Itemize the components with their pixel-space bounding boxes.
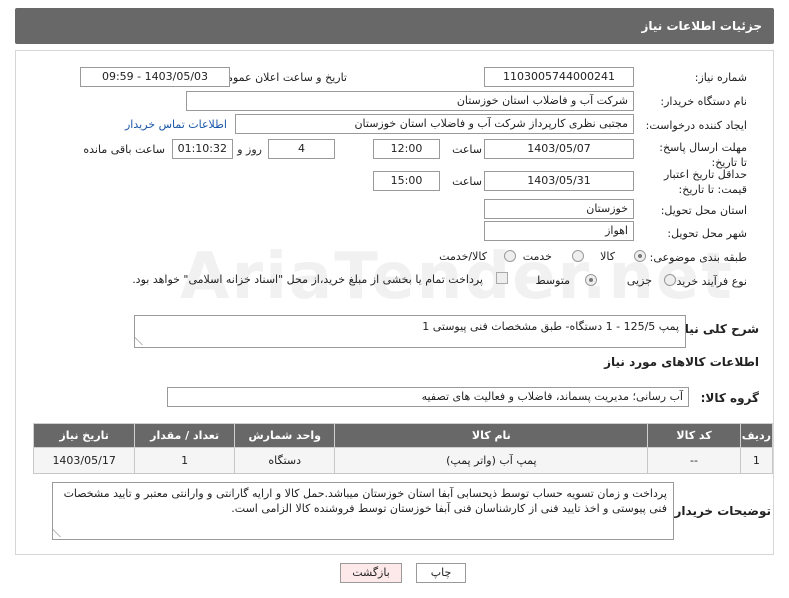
cell-row: 1: [739, 447, 774, 474]
requester-field: مجتبی نظری کارپرداز شرکت آب و فاضلاب است…: [235, 114, 634, 134]
price-validity-time-field: 15:00: [373, 171, 440, 191]
category-goods-service-radio[interactable]: [504, 250, 516, 262]
category-label: طبقه بندی موضوعی:: [649, 251, 747, 264]
print-button[interactable]: چاپ: [416, 563, 466, 583]
cell-qty: 1: [134, 447, 236, 474]
back-button[interactable]: بازگشت: [340, 563, 402, 583]
need-number-field: 1103005744000241: [484, 67, 634, 87]
page-title: جزئیات اطلاعات نیاز: [641, 19, 762, 33]
announce-date-label: تاریخ و ساعت اعلان عمومی:: [214, 71, 347, 84]
cell-name: پمپ آب (واتر پمپ): [334, 447, 649, 474]
deadline-time-field: 12:00: [373, 139, 440, 159]
col-unit-header: واحد شمارش: [234, 423, 336, 448]
category-goods-label: کالا: [600, 250, 615, 263]
col-name-header: نام کالا: [334, 423, 649, 448]
col-row-header: ردیف: [739, 423, 774, 448]
category-service-radio[interactable]: [572, 250, 584, 262]
col-code-header: کد کالا: [647, 423, 741, 448]
announce-date-field: 1403/05/03 - 09:59: [80, 67, 230, 87]
province-field: خوزستان: [484, 199, 634, 219]
deadline-days-label: روز و: [237, 143, 262, 156]
table-header-row: ردیف کد کالا نام کالا واحد شمارش تعداد /…: [32, 423, 774, 448]
category-service-label: خدمت: [522, 250, 552, 263]
deadline-date-field: 1403/05/07: [484, 139, 634, 159]
items-table: ردیف کد کالا نام کالا واحد شمارش تعداد /…: [32, 423, 774, 474]
category-goods-radio[interactable]: [634, 250, 646, 262]
goods-info-title: اطلاعات کالاهای مورد نیاز: [604, 355, 759, 369]
buyer-org-label: نام دستگاه خریدار:: [660, 95, 747, 108]
buyer-contact-link[interactable]: اطلاعات تماس خریدار: [125, 118, 227, 131]
page-header: جزئیات اطلاعات نیاز: [15, 8, 774, 44]
buyer-notes-text: پرداخت و زمان تسویه حساب توسط ذیحسابی آب…: [63, 487, 667, 515]
price-validity-date-field: 1403/05/31: [484, 171, 634, 191]
summary-text: پمپ 125/5 - 1 دستگاه- طبق مشخصات فنی پیو…: [422, 320, 679, 333]
purchase-minor-label: جزیی: [626, 274, 652, 287]
purchase-type-label: نوع فرآیند خرید :: [669, 275, 747, 288]
cell-unit: دستگاه: [234, 447, 336, 474]
purchase-minor-radio[interactable]: [664, 274, 676, 286]
deadline-time-label: ساعت: [452, 143, 482, 156]
purchase-medium-radio[interactable]: [585, 274, 597, 286]
price-validity-label: حداقل تاریخ اعتبار قیمت: تا تاریخ:: [663, 168, 747, 196]
city-label: شهر محل تحویل:: [667, 227, 747, 240]
goods-group-label: گروه کالا:: [700, 391, 759, 405]
col-date-header: تاریخ نیاز: [32, 423, 136, 448]
summary-field: پمپ 125/5 - 1 دستگاه- طبق مشخصات فنی پیو…: [134, 315, 686, 348]
treasury-payment-note: پرداخت تمام یا بخشی از مبلغ خرید،از محل …: [132, 273, 483, 286]
col-qty-header: تعداد / مقدار: [134, 423, 236, 448]
goods-group-field: آب رسانی؛ مدیریت پسماند، فاضلاب و فعالیت…: [167, 387, 689, 407]
buyer-org-field: شرکت آب و فاضلاب استان خوزستان: [186, 91, 634, 111]
treasury-payment-checkbox[interactable]: [496, 272, 508, 284]
buyer-notes-field: پرداخت و زمان تسویه حساب توسط ذیحسابی آب…: [52, 482, 674, 540]
deadline-label: مهلت ارسال پاسخ: تا تاریخ:: [659, 141, 747, 169]
province-label: استان محل تحویل:: [660, 204, 747, 217]
requester-label: ایجاد کننده درخواست:: [645, 119, 747, 132]
table-row: 1 -- پمپ آب (واتر پمپ) دستگاه 1 1403/05/…: [32, 447, 774, 474]
price-validity-time-label: ساعت: [452, 175, 482, 188]
resize-handle-icon[interactable]: [135, 337, 150, 345]
city-field: اهواز: [484, 221, 634, 241]
buyer-notes-label: توضیحات خریدار:: [669, 504, 771, 518]
cell-code: --: [647, 447, 741, 474]
purchase-medium-label: متوسط: [535, 274, 570, 287]
category-goods-service-label: کالا/خدمت: [439, 250, 487, 263]
need-number-label: شماره نیاز:: [694, 71, 747, 84]
remaining-time-label: ساعت باقی مانده: [83, 143, 165, 156]
resize-handle-icon[interactable]: [53, 529, 68, 537]
remaining-time-field: 01:10:32: [172, 139, 233, 159]
cell-date: 1403/05/17: [32, 447, 136, 474]
deadline-days-field: 4: [268, 139, 335, 159]
